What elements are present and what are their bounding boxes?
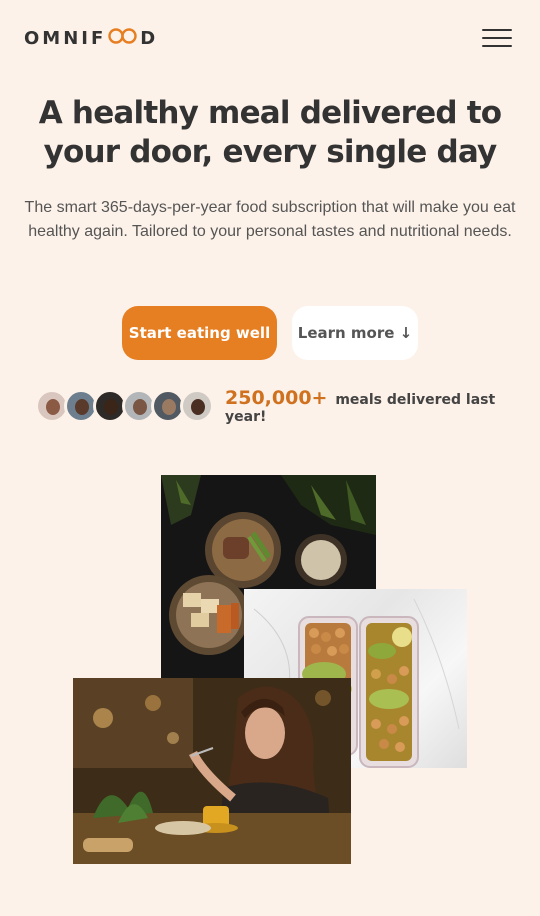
logo-text-suffix: D bbox=[140, 27, 159, 49]
hamburger-menu-icon[interactable] bbox=[482, 27, 512, 49]
omnifood-logo[interactable]: OMNIF D bbox=[24, 28, 158, 49]
delivered-text: 250,000+ meals delivered last year! bbox=[225, 387, 515, 425]
hero-cta-group: Start eating well Learn more ↓ bbox=[0, 306, 540, 360]
site-header: OMNIF D bbox=[0, 0, 540, 76]
hero-description: The smart 365-days-per-year food subscri… bbox=[24, 199, 516, 240]
learn-more-button[interactable]: Learn more ↓ bbox=[292, 306, 418, 360]
infinity-icon bbox=[108, 27, 138, 49]
delivered-meals: 250,000+ meals delivered last year! bbox=[35, 387, 515, 425]
hero-title: A healthy meal delivered to your door, e… bbox=[38, 95, 502, 170]
customer-avatars bbox=[35, 389, 214, 423]
logo-text-prefix: OMNIF bbox=[24, 27, 107, 49]
delivered-count: 250,000+ bbox=[225, 387, 328, 409]
woman-eating-photo bbox=[73, 678, 351, 864]
start-eating-well-button[interactable]: Start eating well bbox=[122, 306, 277, 360]
avatar bbox=[180, 389, 214, 423]
